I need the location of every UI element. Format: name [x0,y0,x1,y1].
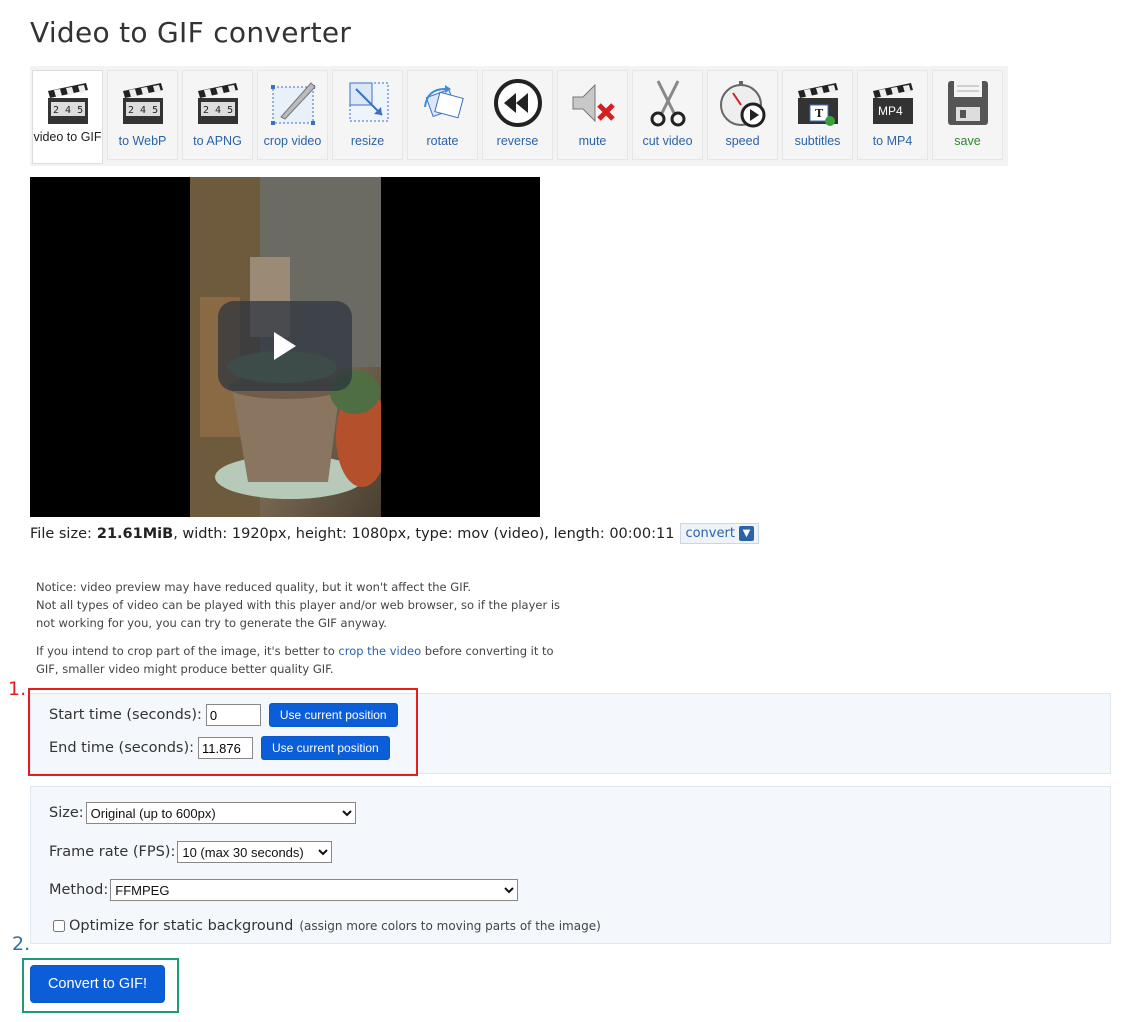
optimize-label[interactable]: Optimize for static background [69,918,293,934]
floppy-disk-icon [947,81,988,125]
tool-label: reverse [496,134,539,148]
tool-to-mp4[interactable]: MP4 to MP4 [857,70,928,160]
tool-rotate[interactable]: rotate [407,70,478,160]
tool-mute[interactable]: mute [557,70,628,160]
tool-label: speed [725,134,760,148]
rewind-icon [493,79,542,127]
video-player[interactable] [30,177,540,517]
mute-icon [572,83,615,123]
tool-video-to-gif[interactable]: 2 4 5 video to GIF [32,70,103,164]
tool-label: rotate [426,134,459,148]
file-details: , width: 1920px, height: 1080px, type: m… [173,525,675,542]
convert-link[interactable]: convert ▼ [680,523,759,544]
clapperboard-icon: 2 4 5 [47,83,88,124]
optimize-row: Optimize for static background (assign m… [49,918,601,934]
tool-subtitles[interactable]: T subtitles [782,70,853,160]
notice-crop: If you intend to crop part of the image,… [36,642,576,678]
tool-to-apng[interactable]: 2 4 5 to APNG [182,70,253,160]
notice-line: Not all types of video can be played wit… [36,598,561,630]
convert-link-label: convert [685,526,735,541]
download-icon: ▼ [738,526,754,541]
file-info: File size: 21.61MiB , width: 1920px, hei… [30,523,759,544]
tool-label: video to GIF [33,130,102,144]
subtitles-icon: T [797,83,838,126]
svg-text:T: T [815,107,824,120]
tool-to-webp[interactable]: 2 4 5 to WebP [107,70,178,160]
fps-row: Frame rate (FPS): 10 (max 30 seconds) [49,841,333,863]
tool-save[interactable]: save [932,70,1003,160]
optimize-hint: (assign more colors to moving parts of t… [299,919,601,933]
tool-crop-video[interactable]: crop video [257,70,328,160]
method-select[interactable]: FFMPEG [110,879,519,901]
tool-label: to APNG [193,134,242,148]
play-button[interactable] [218,301,352,391]
notice-preview: Notice: video preview may have reduced q… [36,578,576,632]
scissors-icon [650,80,685,127]
optimize-checkbox[interactable] [53,920,65,932]
file-size-value: 21.61MiB [96,525,174,542]
tool-label: save [954,134,981,148]
convert-to-gif-button[interactable]: Convert to GIF! [30,965,165,1003]
notice-text: If you intend to crop part of the image,… [36,644,339,658]
svg-text:2 4 5: 2 4 5 [53,105,83,116]
tool-label: mute [578,134,607,148]
size-select[interactable]: Original (up to 600px) [85,802,356,824]
svg-text:2 4 5: 2 4 5 [203,105,233,116]
size-label: Size: [49,805,84,821]
svg-text:2 4 5: 2 4 5 [128,105,158,116]
tool-label: to WebP [118,134,167,148]
tool-label: cut video [642,134,693,148]
notice-line: Notice: video preview may have reduced q… [36,580,472,594]
clapperboard-icon: 2 4 5 [197,83,238,124]
tool-label: resize [350,134,385,148]
tool-resize[interactable]: resize [332,70,403,160]
stopwatch-icon [719,81,765,128]
fps-select[interactable]: 10 (max 30 seconds) [177,841,333,863]
file-size-label: File size: [30,525,92,542]
size-row: Size: Original (up to 600px) [49,802,356,824]
crop-video-link[interactable]: crop the video [338,644,421,658]
options-panel: Size: Original (up to 600px) Frame rate … [30,786,1111,944]
tool-toolbar: 2 4 5 video to GIF 2 4 5 to WebP 2 4 5 t… [30,66,1008,166]
method-label: Method: [49,882,109,898]
tool-label: to MP4 [872,134,913,148]
tool-label: crop video [263,134,322,148]
annotation-label-step1: 1. [8,678,27,700]
annotation-label-step2: 2. [12,933,31,955]
method-row: Method: FFMPEG [49,879,519,901]
rotate-icon [423,85,464,119]
fps-label: Frame rate (FPS): [49,844,176,860]
crop-icon [270,82,316,125]
page-title: Video to GIF converter [30,16,352,49]
mp4-badge-text: MP4 [878,104,903,118]
mp4-icon: MP4 [872,83,913,124]
tool-cut-video[interactable]: cut video [632,70,703,160]
tool-speed[interactable]: speed [707,70,778,160]
resize-icon [349,82,388,122]
clapperboard-icon: 2 4 5 [122,83,163,124]
annotation-box-step1 [28,688,418,776]
tool-label: subtitles [794,134,841,148]
tool-reverse[interactable]: reverse [482,70,553,160]
